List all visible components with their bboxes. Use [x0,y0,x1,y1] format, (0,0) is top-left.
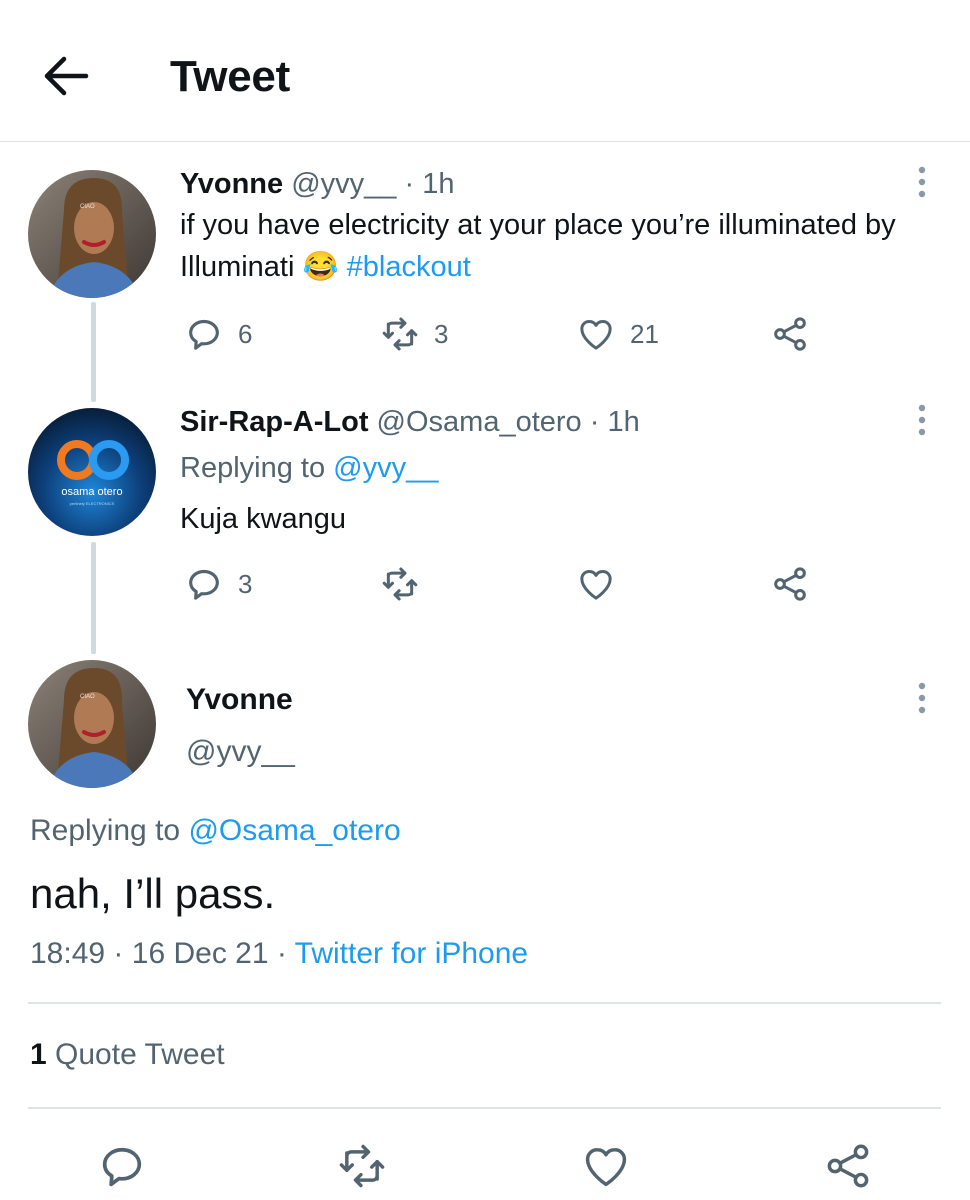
share-icon [827,1144,869,1188]
reply-button[interactable]: 3 [184,564,252,604]
profile-photo-image: CIAO [28,170,156,298]
avatar-sir-rap-a-lot[interactable]: osama otero pertinely ELECTRONICS [28,408,156,536]
retweet-count: 3 [434,318,449,349]
share-icon [774,567,806,601]
page-title: Tweet [170,52,290,101]
logo-text: osama otero [61,486,122,498]
avatar-yvonne-focused[interactable]: CIAO [28,660,156,788]
more-options-button[interactable] [908,678,936,718]
replying-handle-link[interactable]: @Osama_otero [188,814,400,847]
share-button[interactable] [822,1140,874,1192]
separator-dot: · [113,937,124,970]
quote-label: Quote Tweet [55,1038,225,1071]
retweet-button[interactable] [336,1140,388,1192]
separator-dot: · [589,406,600,438]
tweet-time: 18:49 [30,937,106,970]
retweet-icon [382,317,418,351]
share-button[interactable] [770,314,810,354]
more-vertical-icon [918,404,926,436]
joy-emoji: 😂 [302,251,339,283]
separator-dot: · [276,937,287,970]
arrow-left-icon [44,56,89,96]
brand-logo-image: osama otero pertinely ELECTRONICS [28,408,156,536]
reply-icon [189,569,219,600]
more-vertical-icon [918,682,926,714]
like-count: 21 [630,318,659,349]
author-name[interactable]: Yvonne [186,683,293,717]
like-button[interactable] [576,564,630,604]
heart-icon [585,1148,627,1187]
retweet-button[interactable]: 3 [380,314,448,354]
replying-label: Replying to [30,814,181,847]
reply-count: 6 [238,318,253,349]
heart-icon [580,570,612,600]
like-button[interactable]: 21 [576,314,659,354]
top-bar: Tweet [0,0,970,142]
tweet-source-link[interactable]: Twitter for iPhone [295,937,528,970]
avatar-yvonne[interactable]: CIAO [28,170,156,298]
replying-handle-link[interactable]: @yvy__ [333,452,438,484]
hashtag-link[interactable]: #blackout [347,251,471,283]
author-handle[interactable]: @Osama_otero [377,406,582,438]
reply-icon [189,319,219,350]
divider [28,1107,941,1109]
author-handle[interactable]: @yvy__ [186,735,295,769]
tweet-body: if you have electricity at your place yo… [180,204,940,288]
profile-photo-image: CIAO [28,660,156,788]
tweet-date: 16 Dec 21 [131,937,269,970]
like-button[interactable] [580,1140,632,1192]
divider [28,1002,941,1004]
tweet-time[interactable]: 1h [607,406,639,438]
heart-icon [580,320,612,350]
more-options-button[interactable] [908,162,936,202]
reply-icon [102,1147,142,1187]
retweet-icon [339,1144,385,1188]
quote-count: 1 [30,1038,47,1071]
thread-connector-line [91,542,96,654]
focused-tweet-text: nah, I’ll pass. [30,870,276,917]
avatar-sign-text: CIAO [80,204,95,210]
avatar-sign-text: CIAO [80,694,95,700]
logo-subtext: pertinely ELECTRONICS [70,501,115,506]
tweet-text: if you have electricity at your place yo… [180,209,896,283]
replying-to: Replying to @Osama_otero [30,814,401,848]
separator-dot: · [404,168,415,200]
tweet-text: Kuja kwangu [180,503,347,535]
replying-to: Replying to @yvy__ [180,452,438,485]
reply-count: 3 [238,568,253,599]
tweet-timestamp: 18:49 · 16 Dec 21 · Twitter for iPhone [30,937,528,971]
thread-connector-line [91,302,96,402]
author-handle[interactable]: @yvy__ [291,168,396,200]
share-button[interactable] [770,564,810,604]
more-vertical-icon [918,166,926,198]
back-button[interactable] [38,50,94,102]
share-icon [774,317,806,351]
tweet-header: Yvonne @yvy__ · 1h [180,168,454,201]
replying-label: Replying to [180,452,326,484]
quote-tweets-link[interactable]: 1 Quote Tweet [30,1038,225,1072]
tweet-header: Sir-Rap-A-Lot @Osama_otero · 1h [180,406,640,439]
retweet-icon [382,567,418,601]
more-options-button[interactable] [908,400,936,440]
author-name[interactable]: Sir-Rap-A-Lot [180,406,368,438]
reply-button[interactable] [96,1140,148,1192]
author-name[interactable]: Yvonne [180,168,283,200]
tweet-time[interactable]: 1h [422,168,454,200]
reply-button[interactable]: 6 [184,314,252,354]
retweet-button[interactable] [380,564,434,604]
